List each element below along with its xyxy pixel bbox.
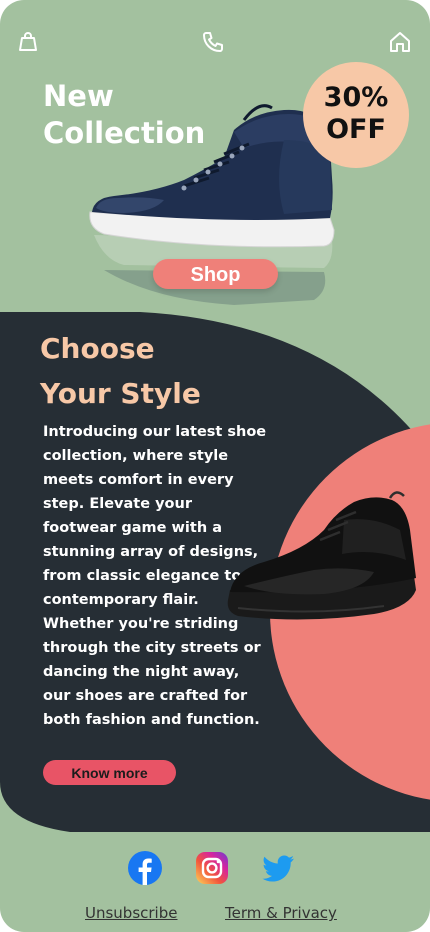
badge-off: OFF xyxy=(326,114,386,145)
know-more-button[interactable]: Know more xyxy=(43,760,176,785)
facebook-icon[interactable] xyxy=(128,851,162,885)
instagram-icon[interactable] xyxy=(195,851,229,885)
terms-privacy-link[interactable]: Term & Privacy xyxy=(225,904,337,922)
twitter-icon[interactable] xyxy=(262,851,296,885)
unsubscribe-link[interactable]: Unsubscribe xyxy=(85,904,177,922)
badge-percent: 30% xyxy=(323,82,389,113)
section-title-line-2: Your Style xyxy=(40,377,201,410)
section-title-line-1: Choose xyxy=(40,332,155,365)
home-icon[interactable] xyxy=(388,30,412,54)
discount-badge: 30% OFF xyxy=(303,62,409,168)
shopping-bag-icon[interactable] xyxy=(16,30,40,54)
phone-icon[interactable] xyxy=(201,30,225,54)
section-title: Choose Your Style xyxy=(40,326,201,416)
email-frame: New Collection 30% OFF Shop Choose Your … xyxy=(0,0,430,932)
shop-button[interactable]: Shop xyxy=(153,259,278,289)
black-sneaker-image xyxy=(227,491,416,620)
